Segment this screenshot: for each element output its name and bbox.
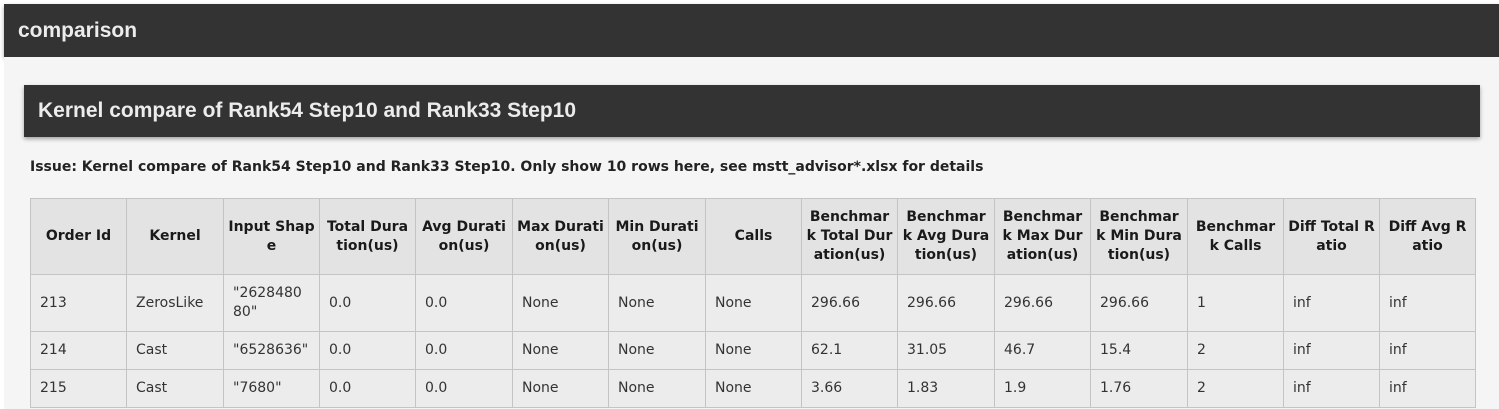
table-cell: "7680" bbox=[223, 369, 320, 408]
table-cell: None bbox=[512, 274, 609, 332]
table-cell: 0.0 bbox=[319, 331, 416, 370]
column-header: Total Duration(us) bbox=[319, 198, 416, 275]
table-cell: 213 bbox=[30, 274, 127, 332]
table-cell: 214 bbox=[30, 331, 127, 370]
table-cell: None bbox=[705, 331, 802, 370]
table-cell: 215 bbox=[30, 369, 127, 408]
table-cell: 3.66 bbox=[801, 369, 898, 408]
table-cell: inf bbox=[1379, 331, 1476, 370]
table-cell: 0.0 bbox=[415, 331, 513, 370]
table-cell: 1.9 bbox=[994, 369, 1091, 408]
table-cell: inf bbox=[1283, 274, 1380, 332]
table-cell: inf bbox=[1379, 274, 1476, 332]
table-cell: None bbox=[512, 331, 609, 370]
section-header[interactable]: Kernel compare of Rank54 Step10 and Rank… bbox=[24, 85, 1480, 137]
column-header: Benchmark Avg Duration(us) bbox=[897, 198, 995, 275]
table-cell: None bbox=[608, 274, 706, 332]
column-header: Diff Total Ratio bbox=[1283, 198, 1380, 275]
table-cell: None bbox=[705, 274, 802, 332]
main-content: Kernel compare of Rank54 Step10 and Rank… bbox=[4, 57, 1499, 409]
table-cell: None bbox=[512, 369, 609, 408]
table-cell: None bbox=[608, 369, 706, 408]
table-row: 215 Cast "7680" 0.0 0.0 None None None 3… bbox=[30, 369, 1476, 408]
column-header: Avg Duration(us) bbox=[415, 198, 513, 275]
table-row: 213 ZerosLike "262848080" 0.0 0.0 None N… bbox=[30, 274, 1476, 332]
table-cell: inf bbox=[1379, 369, 1476, 408]
table-cell: 1 bbox=[1187, 274, 1284, 332]
table-header-row: Order Id Kernel Input Shape Total Durati… bbox=[30, 198, 1476, 275]
column-header: Kernel bbox=[126, 198, 224, 275]
column-header: Benchmark Calls bbox=[1187, 198, 1284, 275]
table-cell: 2 bbox=[1187, 331, 1284, 370]
app-header: comparison bbox=[4, 4, 1499, 57]
table-cell: inf bbox=[1283, 331, 1380, 370]
table-cell: 15.4 bbox=[1090, 331, 1188, 370]
table-cell: 296.66 bbox=[801, 274, 898, 332]
table-cell: 62.1 bbox=[801, 331, 898, 370]
table-cell: None bbox=[608, 331, 706, 370]
table-cell: Cast bbox=[126, 331, 224, 370]
table-cell: 0.0 bbox=[415, 369, 513, 408]
table-cell: 296.66 bbox=[1090, 274, 1188, 332]
table-row: 214 Cast "6528636" 0.0 0.0 None None Non… bbox=[30, 331, 1476, 370]
table-cell: 0.0 bbox=[415, 274, 513, 332]
table-cell: "6528636" bbox=[223, 331, 320, 370]
kernel-compare-table: Order Id Kernel Input Shape Total Durati… bbox=[30, 198, 1476, 408]
column-header: Benchmark Max Duration(us) bbox=[994, 198, 1091, 275]
issue-description: Issue: Kernel compare of Rank54 Step10 a… bbox=[30, 159, 984, 175]
table-cell: ZerosLike bbox=[126, 274, 224, 332]
table-cell: 2 bbox=[1187, 369, 1284, 408]
table-cell: "262848080" bbox=[223, 274, 320, 332]
table-cell: 1.83 bbox=[897, 369, 995, 408]
table-cell: 0.0 bbox=[319, 369, 416, 408]
table-cell: Cast bbox=[126, 369, 224, 408]
column-header: Max Duration(us) bbox=[512, 198, 609, 275]
column-header: Min Duration(us) bbox=[608, 198, 706, 275]
table-cell: 46.7 bbox=[994, 331, 1091, 370]
column-header: Calls bbox=[705, 198, 802, 275]
table-cell: 31.05 bbox=[897, 331, 995, 370]
column-header: Benchmark Min Duration(us) bbox=[1090, 198, 1188, 275]
column-header: Benchmark Total Duration(us) bbox=[801, 198, 898, 275]
table-cell: None bbox=[705, 369, 802, 408]
table-cell: 296.66 bbox=[994, 274, 1091, 332]
column-header: Diff Avg Ratio bbox=[1379, 198, 1476, 275]
table-cell: 0.0 bbox=[319, 274, 416, 332]
column-header: Order Id bbox=[30, 198, 127, 275]
table-cell: 296.66 bbox=[897, 274, 995, 332]
section-title: Kernel compare of Rank54 Step10 and Rank… bbox=[38, 99, 577, 122]
table-cell: 1.76 bbox=[1090, 369, 1188, 408]
column-header: Input Shape bbox=[223, 198, 320, 275]
table-cell: inf bbox=[1283, 369, 1380, 408]
app-title: comparison bbox=[18, 18, 138, 42]
